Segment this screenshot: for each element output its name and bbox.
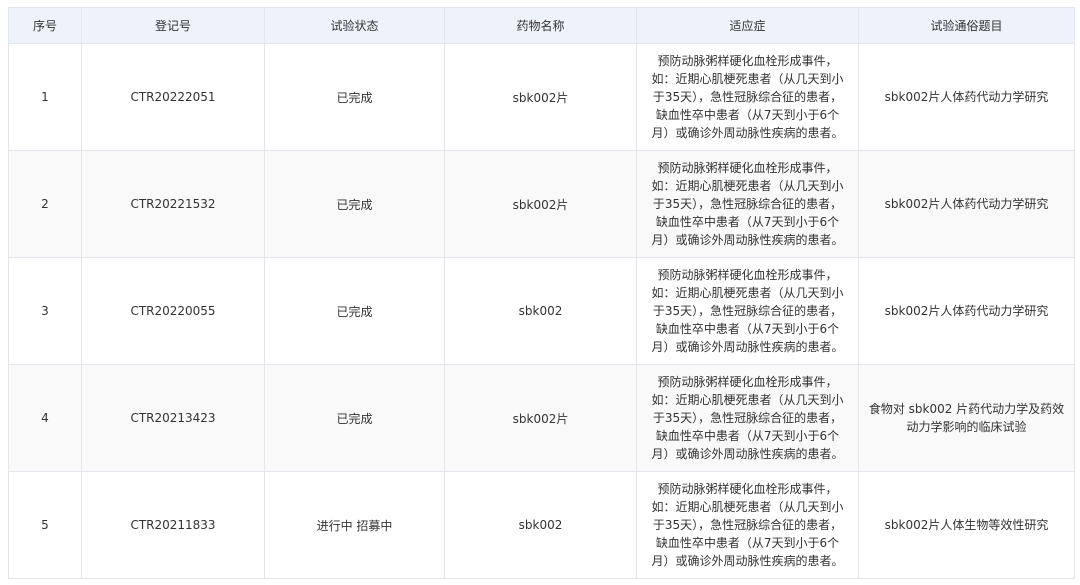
- table-row: 5 CTR20211833 进行中 招募中 sbk002 预防动脉粥样硬化血栓形…: [8, 471, 1075, 579]
- header-trial-status: 试验状态: [264, 7, 445, 44]
- cell-drug-name: sbk002: [444, 471, 637, 579]
- cell-indication: 预防动脉粥样硬化血栓形成事件， 如：近期心肌梗死患者（从几天到小 于35天），急…: [636, 257, 859, 365]
- cell-registration-no: CTR20221532: [81, 150, 265, 258]
- table-row: 1 CTR20222051 已完成 sbk002片 预防动脉粥样硬化血栓形成事件…: [8, 43, 1075, 151]
- table-row: 3 CTR20220055 已完成 sbk002 预防动脉粥样硬化血栓形成事件，…: [8, 257, 1075, 365]
- cell-registration-no: CTR20213423: [81, 364, 265, 472]
- cell-trial-status: 已完成: [264, 257, 445, 365]
- trial-table-container: 序号 登记号 试验状态 药物名称 适应症 试验通俗题目 1 CTR2022205…: [8, 7, 1075, 579]
- cell-serial-no: 3: [8, 257, 82, 365]
- cell-trial-status: 已完成: [264, 43, 445, 151]
- table-header-row: 序号 登记号 试验状态 药物名称 适应症 试验通俗题目: [8, 7, 1075, 44]
- cell-serial-no: 5: [8, 471, 82, 579]
- header-indication: 适应症: [636, 7, 859, 44]
- cell-serial-no: 4: [8, 364, 82, 472]
- cell-indication: 预防动脉粥样硬化血栓形成事件， 如：近期心肌梗死患者（从几天到小 于35天），急…: [636, 471, 859, 579]
- cell-drug-name: sbk002片: [444, 150, 637, 258]
- cell-serial-no: 2: [8, 150, 82, 258]
- table-row: 2 CTR20221532 已完成 sbk002片 预防动脉粥样硬化血栓形成事件…: [8, 150, 1075, 258]
- cell-indication: 预防动脉粥样硬化血栓形成事件， 如：近期心肌梗死患者（从几天到小 于35天），急…: [636, 43, 859, 151]
- cell-popular-title: sbk002片人体药代动力学研究: [858, 150, 1075, 258]
- header-serial-no: 序号: [8, 7, 82, 44]
- header-drug-name: 药物名称: [444, 7, 637, 44]
- header-registration-no: 登记号: [81, 7, 265, 44]
- cell-drug-name: sbk002片: [444, 364, 637, 472]
- cell-popular-title: sbk002片人体药代动力学研究: [858, 43, 1075, 151]
- cell-indication: 预防动脉粥样硬化血栓形成事件， 如：近期心肌梗死患者（从几天到小 于35天），急…: [636, 364, 859, 472]
- cell-popular-title: sbk002片人体生物等效性研究: [858, 471, 1075, 579]
- cell-trial-status: 进行中 招募中: [264, 471, 445, 579]
- cell-drug-name: sbk002: [444, 257, 637, 365]
- table-row: 4 CTR20213423 已完成 sbk002片 预防动脉粥样硬化血栓形成事件…: [8, 364, 1075, 472]
- cell-indication: 预防动脉粥样硬化血栓形成事件， 如：近期心肌梗死患者（从几天到小 于35天），急…: [636, 150, 859, 258]
- cell-popular-title: sbk002片人体药代动力学研究: [858, 257, 1075, 365]
- cell-registration-no: CTR20211833: [81, 471, 265, 579]
- header-popular-title: 试验通俗题目: [858, 7, 1075, 44]
- cell-drug-name: sbk002片: [444, 43, 637, 151]
- cell-trial-status: 已完成: [264, 364, 445, 472]
- cell-serial-no: 1: [8, 43, 82, 151]
- clinical-trial-table: 序号 登记号 试验状态 药物名称 适应症 试验通俗题目 1 CTR2022205…: [8, 7, 1075, 579]
- cell-registration-no: CTR20220055: [81, 257, 265, 365]
- cell-registration-no: CTR20222051: [81, 43, 265, 151]
- cell-trial-status: 已完成: [264, 150, 445, 258]
- cell-popular-title: 食物对 sbk002 片药代动力学及药效动力学影响的临床试验: [858, 364, 1075, 472]
